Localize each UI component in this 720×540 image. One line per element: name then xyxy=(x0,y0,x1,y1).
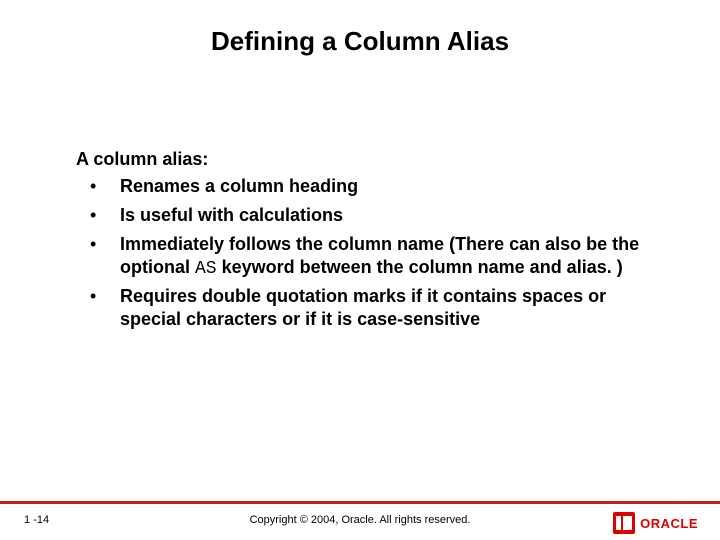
oracle-logo-icon xyxy=(613,512,635,534)
lead-text: A column alias: xyxy=(76,148,656,171)
list-item: • Requires double quotation marks if it … xyxy=(76,285,656,333)
bullet-pre: Renames a column heading xyxy=(120,176,358,196)
bullet-list: • Renames a column heading • Is useful w… xyxy=(76,175,656,333)
bullet-text: Requires double quotation marks if it co… xyxy=(120,285,656,333)
bullet-text: Immediately follows the column name (The… xyxy=(120,233,656,281)
bullet-code: AS xyxy=(195,259,217,279)
bullet-dot: • xyxy=(76,204,120,229)
slide: Defining a Column Alias A column alias: … xyxy=(0,0,720,540)
bullet-text: Renames a column heading xyxy=(120,175,656,200)
bullet-post: keyword between the column name and alia… xyxy=(217,257,623,277)
bullet-text: Is useful with calculations xyxy=(120,204,656,229)
oracle-logo-text: ORACLE xyxy=(640,516,698,531)
footer-divider xyxy=(0,501,720,504)
copyright-text: Copyright © 2004, Oracle. All rights res… xyxy=(0,514,720,526)
slide-title: Defining a Column Alias xyxy=(0,26,720,57)
bullet-pre: Requires double quotation marks if it co… xyxy=(120,286,606,329)
bullet-dot: • xyxy=(76,175,120,200)
bullet-pre: Is useful with calculations xyxy=(120,205,343,225)
oracle-logo: ORACLE xyxy=(613,512,698,534)
slide-body: A column alias: • Renames a column headi… xyxy=(76,148,656,337)
bullet-dot: • xyxy=(76,233,120,281)
list-item: • Renames a column heading xyxy=(76,175,656,200)
list-item: • Immediately follows the column name (T… xyxy=(76,233,656,281)
bullet-dot: • xyxy=(76,285,120,333)
list-item: • Is useful with calculations xyxy=(76,204,656,229)
